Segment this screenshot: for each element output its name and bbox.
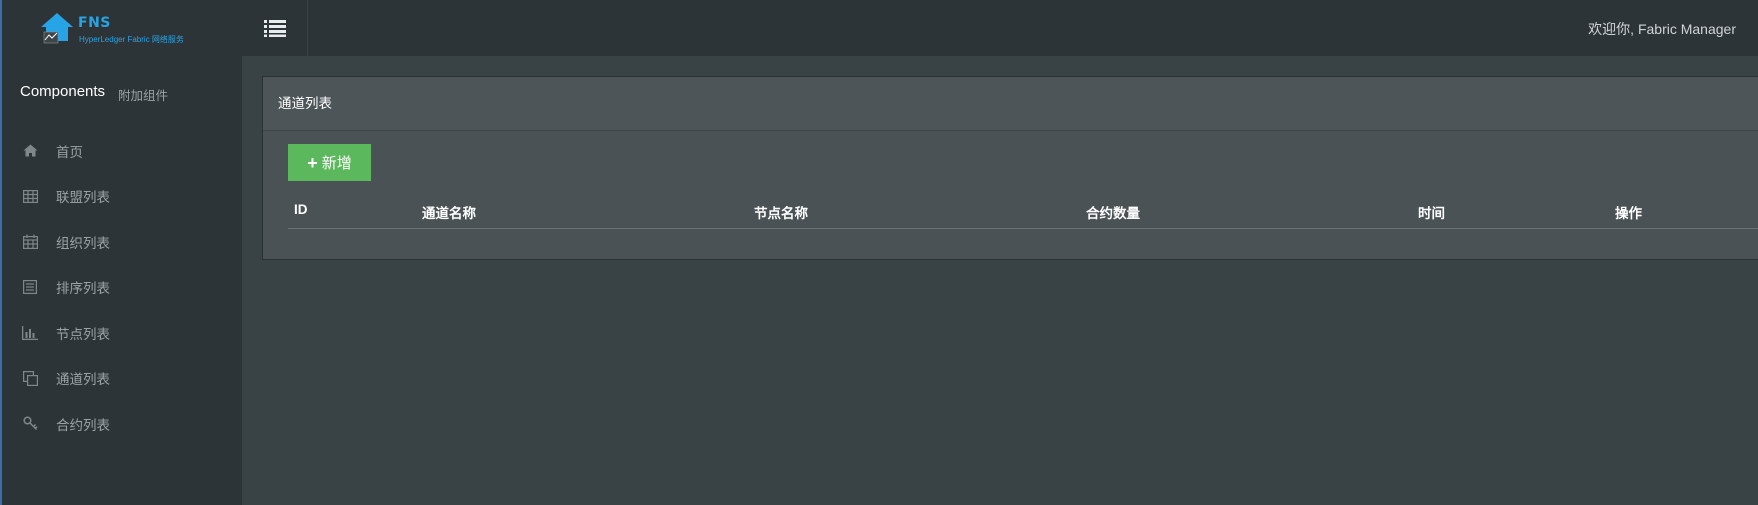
sidebar-item-label: 联盟列表	[56, 190, 110, 206]
sidebar-item-alliances[interactable]: 联盟列表	[2, 174, 242, 220]
plus-icon: +	[307, 152, 318, 173]
list-alt-icon	[22, 279, 38, 295]
sidebar-item-label: 节点列表	[56, 326, 110, 342]
sidebar-item-label: 排序列表	[56, 281, 110, 297]
sidebar-title: Components	[20, 83, 106, 100]
column-header-channel-name[interactable]: 通道名称	[422, 202, 476, 222]
calendar-icon	[22, 234, 38, 250]
sidebar-item-channels[interactable]: 通道列表	[2, 356, 242, 402]
house-logo-icon	[41, 13, 73, 44]
add-button[interactable]: + 新增	[288, 144, 371, 181]
sidebar-item-orderers[interactable]: 排序列表	[2, 265, 242, 311]
brand-tagline: HyperLedger Fabric 网络服务	[79, 35, 184, 44]
add-button-label: 新增	[321, 155, 352, 172]
column-header-contract-count[interactable]: 合约数量	[1086, 202, 1140, 222]
list-icon	[263, 20, 286, 37]
sidebar-item-contracts[interactable]: 合约列表	[2, 401, 242, 447]
sidebar-item-home[interactable]: 首页	[2, 128, 242, 174]
column-header-time[interactable]: 时间	[1418, 202, 1445, 222]
sidebar-item-organizations[interactable]: 组织列表	[2, 219, 242, 265]
channel-table-header: ID 通道名称 节点名称 合约数量 时间 操作	[288, 189, 1758, 229]
sidebar: FNS HyperLedger Fabric 网络服务 Components 附…	[0, 0, 242, 505]
welcome-user-text[interactable]: 欢迎你, Fabric Manager	[1588, 19, 1736, 39]
sidebar-item-label: 合约列表	[56, 417, 110, 433]
column-header-node-name[interactable]: 节点名称	[754, 202, 808, 222]
table-icon	[22, 188, 38, 204]
sidebar-toggle-button[interactable]	[242, 0, 308, 56]
panel-title: 通道列表	[263, 77, 1758, 131]
sidebar-item-label: 首页	[56, 144, 83, 160]
sidebar-item-nodes[interactable]: 节点列表	[2, 310, 242, 356]
sidebar-menu: 首页 联盟列表 组织列表 排序列表 节点列表 通道列表 合约列表	[2, 128, 242, 447]
sidebar-subtitle: 附加组件	[118, 89, 169, 103]
app-logo[interactable]: FNS HyperLedger Fabric 网络服务	[38, 12, 208, 48]
sidebar-item-label: 组织列表	[56, 235, 110, 251]
top-navbar: 欢迎你, Fabric Manager	[242, 0, 1758, 56]
key-icon	[22, 416, 38, 432]
channel-list-panel: 通道列表 + 新增 ID 通道名称 节点名称 合约数量 时间 操作	[262, 76, 1758, 260]
column-header-id[interactable]: ID	[294, 202, 308, 217]
sidebar-item-label: 通道列表	[56, 372, 110, 388]
column-header-actions[interactable]: 操作	[1615, 202, 1642, 222]
home-icon	[22, 143, 38, 159]
brand-name: FNS	[78, 15, 111, 31]
copy-icon	[22, 370, 38, 386]
bar-chart-icon	[22, 325, 38, 341]
